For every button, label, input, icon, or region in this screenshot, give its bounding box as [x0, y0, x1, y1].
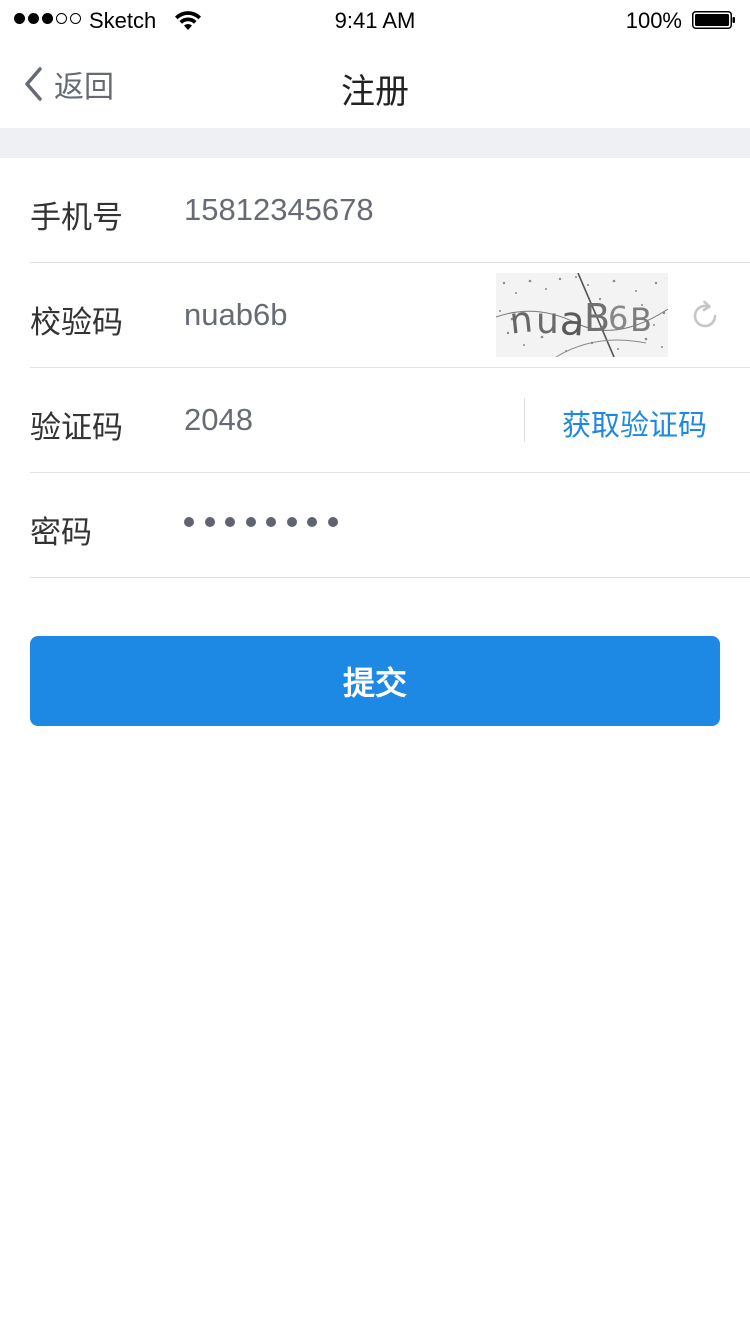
vertical-divider: [524, 398, 525, 442]
captcha-image[interactable]: n u a B 6 B: [496, 273, 668, 357]
password-mask-dot: [204, 517, 215, 527]
password-mask-dot: [307, 517, 317, 527]
navigation-bar: 返回 注册: [0, 40, 750, 128]
captcha-input[interactable]: nuab6b: [184, 297, 484, 333]
password-label: 密码: [30, 515, 92, 551]
phone-label: 手机号: [30, 200, 123, 236]
svg-text:a: a: [559, 298, 587, 346]
submit-button[interactable]: 提交: [30, 636, 720, 726]
register-form: 手机号 15812345678 校验码 nuab6b n u a B 6 B 验…: [0, 158, 750, 578]
svg-text:n: n: [508, 299, 535, 342]
password-mask-dot: [225, 517, 235, 527]
svg-text:B: B: [630, 301, 652, 339]
battery-percentage: 100%: [625, 8, 682, 33]
register-page: Sketch 9:41 AM 100% 返回 注册 手机号 1581234567…: [0, 0, 750, 1334]
captcha-label: 校验码: [30, 305, 123, 341]
password-mask-dot: [266, 517, 276, 527]
password-input[interactable]: [184, 517, 338, 527]
svg-text:u: u: [536, 301, 559, 342]
svg-text:B: B: [584, 296, 610, 340]
phone-row: 手机号 15812345678: [30, 158, 750, 263]
battery-icon: [692, 11, 735, 29]
sms-code-row: 验证码 2048 获取验证码: [30, 368, 750, 473]
password-mask-dot: [327, 517, 338, 527]
captcha-row: 校验码 nuab6b n u a B 6 B: [30, 263, 750, 368]
refresh-icon[interactable]: [688, 299, 722, 333]
password-mask-dot: [245, 517, 256, 527]
phone-input[interactable]: 15812345678: [184, 192, 484, 228]
status-bar: Sketch 9:41 AM 100%: [0, 0, 750, 40]
page-title: 注册: [341, 73, 409, 111]
svg-text:6: 6: [608, 299, 628, 337]
sms-code-label: 验证码: [30, 410, 123, 446]
get-code-button[interactable]: 获取验证码: [562, 402, 707, 444]
password-row: 密码: [30, 473, 750, 578]
password-mask-dot: [286, 517, 297, 527]
password-mask-dot: [184, 517, 194, 527]
section-spacer: [0, 128, 750, 158]
sms-code-input[interactable]: 2048: [184, 402, 484, 438]
